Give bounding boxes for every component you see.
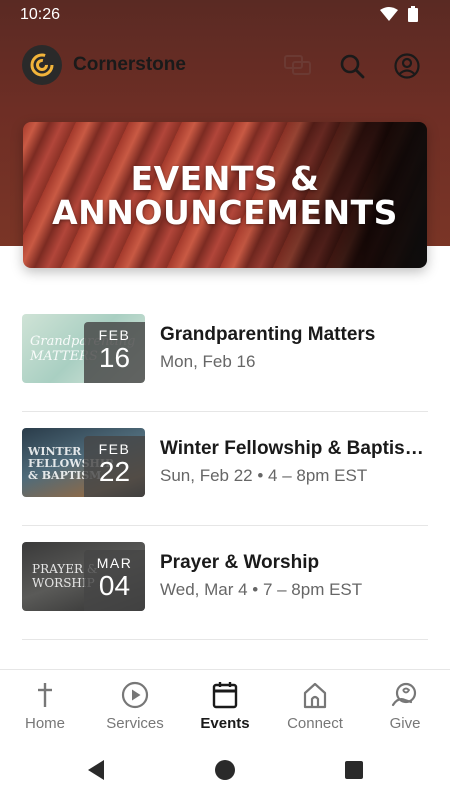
status-bar: 10:26 (0, 0, 450, 30)
home-circle-icon[interactable] (214, 759, 236, 781)
battery-icon (408, 6, 418, 27)
date-day: 04 (98, 570, 131, 601)
date-badge: MAR 04 (84, 550, 145, 611)
nav-label: Services (106, 715, 164, 732)
date-badge: FEB 16 (84, 322, 145, 383)
wifi-icon (380, 7, 398, 26)
date-month: FEB (98, 327, 131, 343)
status-icons (380, 6, 418, 27)
event-item[interactable]: Grandparenting MATTERS FEB 16 Grandparen… (22, 298, 428, 412)
date-month: MAR (96, 555, 133, 571)
nav-label: Connect (287, 715, 343, 732)
event-thumbnail: Grandparenting MATTERS FEB 16 (22, 314, 145, 383)
nav-give[interactable]: Give (360, 670, 450, 741)
app-bar: Cornerstone (0, 42, 450, 90)
give-icon (391, 681, 419, 709)
event-item[interactable]: PRAYER & WORSHIP MAR 04 Prayer & Worship… (22, 526, 428, 640)
banner-title-line2: ANNOUNCEMENTS (52, 193, 398, 232)
bottom-nav: Home Services Events Connect Give (0, 669, 450, 740)
calendar-icon (211, 681, 239, 709)
system-nav-bar (0, 740, 450, 800)
date-badge: FEB 22 (84, 436, 145, 497)
event-thumbnail: PRAYER & WORSHIP MAR 04 (22, 542, 145, 611)
chat-icon[interactable] (283, 51, 313, 81)
church-icon (301, 681, 329, 709)
banner-title: EVENTS & ANNOUNCEMENTS (23, 162, 427, 230)
nav-events[interactable]: Events (180, 670, 270, 741)
event-item[interactable]: WINTER FELLOWSHIP & BAPTISM FEB 22 Winte… (22, 412, 428, 526)
date-month: FEB (98, 441, 131, 457)
event-date: Mon, Feb 16 (160, 352, 256, 371)
status-time: 10:26 (20, 6, 61, 23)
event-title: Winter Fellowship & Baptis… (160, 438, 424, 459)
events-banner: EVENTS & ANNOUNCEMENTS (23, 122, 427, 268)
church-logo[interactable] (22, 45, 62, 85)
play-circle-icon (121, 681, 149, 709)
search-icon[interactable] (337, 51, 367, 81)
event-thumbnail: WINTER FELLOWSHIP & BAPTISM FEB 22 (22, 428, 145, 497)
banner-title-line1: EVENTS & (130, 159, 320, 198)
logo-icon (30, 53, 54, 77)
nav-connect[interactable]: Connect (270, 670, 360, 741)
nav-services[interactable]: Services (90, 670, 180, 741)
back-icon[interactable] (85, 759, 107, 781)
account-icon[interactable] (392, 51, 422, 81)
event-date: Sun, Feb 22 • 4 – 8pm EST (160, 466, 368, 485)
event-title: Grandparenting Matters (160, 324, 376, 345)
nav-label: Home (24, 715, 65, 732)
event-title: Prayer & Worship (160, 552, 320, 573)
date-day: 22 (98, 456, 131, 487)
nav-label: Events (200, 715, 250, 732)
event-date: Wed, Mar 4 • 7 – 8pm EST (160, 580, 363, 599)
nav-home[interactable]: Home (0, 670, 90, 741)
app-title: Cornerstone (73, 54, 186, 75)
recents-square-icon[interactable] (343, 759, 365, 781)
nav-label: Give (389, 715, 421, 732)
cross-icon (31, 681, 59, 709)
date-day: 16 (98, 342, 131, 373)
